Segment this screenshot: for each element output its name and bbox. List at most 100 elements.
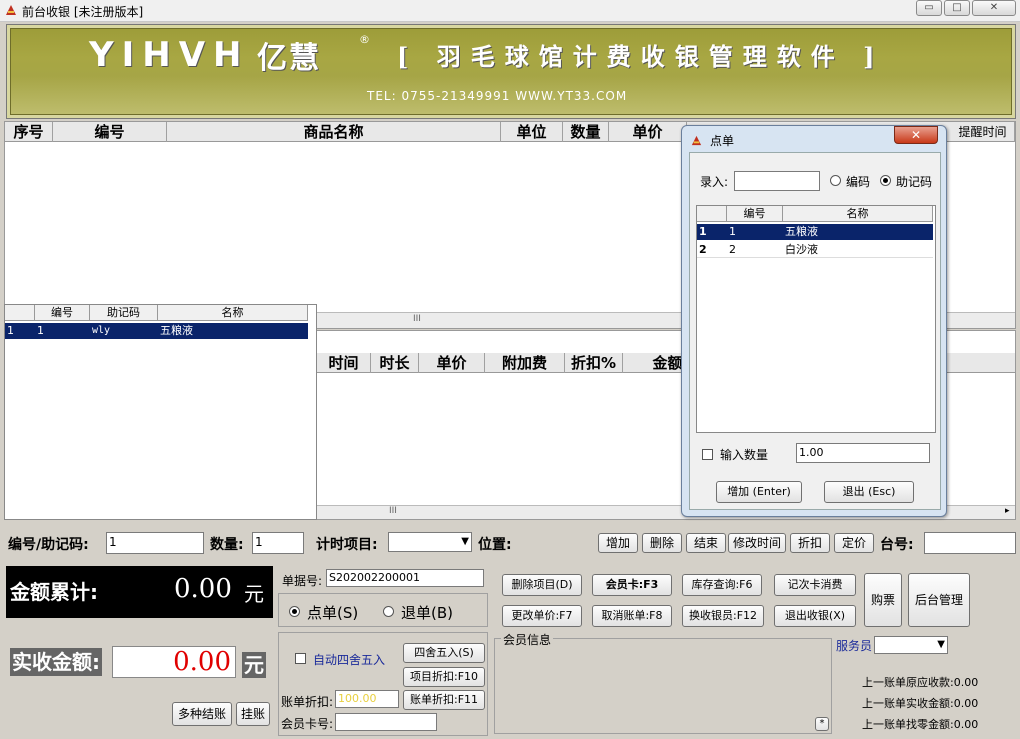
col-header-product-name[interactable]: 商品名称 [167,122,501,142]
total-value: 0.00 [174,574,232,604]
col-header-code[interactable]: 编号 [727,206,783,222]
col-header-quantity[interactable]: 数量 [563,122,609,142]
col-header-discount[interactable]: 折扣% [565,353,623,373]
multi-pay-button[interactable]: 多种结账 [172,702,232,726]
add-button[interactable]: 增加 [598,533,638,553]
row-code: 1 [37,324,44,337]
col-header-code[interactable]: 编号 [53,122,167,142]
dialog-close-button[interactable]: ✕ [894,126,938,144]
input-quantity-label: 输入数量 [720,448,769,462]
banner-contact: TEL: 0755-21349991 WWW.YT33.COM [367,89,628,103]
exit-cashier-button[interactable]: 退出收银(X) [774,605,856,627]
radio-code[interactable] [830,175,841,186]
bill-no-field[interactable]: S202002200001 [326,569,484,587]
quantity-field[interactable]: 1 [252,532,304,554]
member-info-expand-button[interactable]: * [815,717,829,731]
row-code: 2 [729,243,736,256]
bill-no-label: 单据号: [282,574,323,588]
discount-button[interactable]: 折扣 [790,533,830,553]
radio-mnemonic[interactable] [880,175,891,186]
registered-mark: ® [359,33,370,46]
cancel-bill-button[interactable]: 取消账单:F8 [592,605,672,627]
dialog-body: 录入: 编码 助记码 编号 名称 1 1 五粮液 2 2 白沙液 输入数量 1.… [689,152,941,510]
col-header-surcharge[interactable]: 附加费 [485,353,565,373]
total-unit: 元 [244,582,264,606]
hang-account-button[interactable]: 挂账 [236,702,270,726]
buy-ticket-button[interactable]: 购票 [864,573,902,627]
col-header-name[interactable]: 名称 [783,206,933,222]
dialog-item-grid[interactable]: 编号 名称 1 1 五粮液 2 2 白沙液 [696,205,936,433]
bill-discount-field[interactable]: 100.00 [335,690,399,708]
last-receivable: 上一账单原应收款:0.00 [862,676,979,689]
col-header-unit[interactable]: 单位 [501,122,563,142]
close-window-button[interactable]: ✕ [972,0,1016,16]
pricing-button[interactable]: 定价 [834,533,874,553]
radio-order-label: 点单(S) [307,604,359,622]
col-header-name[interactable]: 名称 [158,305,308,321]
col-header-row [5,305,35,321]
window-titlebar: 前台收银 [未注册版本] ▭ □ ✕ [0,0,1020,22]
timing-item-label: 计时项目: [316,537,378,553]
row-index: 2 [699,243,707,256]
close-icon: ✕ [989,2,999,13]
scroll-right-icon[interactable]: ▸ [1005,506,1010,516]
table-row[interactable]: 1 1 五粮液 [697,224,933,240]
dialog-add-button[interactable]: 增加 (Enter) [716,481,802,503]
row-index: 1 [699,225,707,238]
lookup-grid[interactable]: 编号 助记码 名称 1 1 wly 五粮液 [4,304,317,520]
table-row[interactable]: 2 2 白沙液 [697,242,933,258]
radio-code-label: 编码 [846,175,871,189]
lookup-input[interactable] [734,171,820,191]
item-discount-button[interactable]: 项目折扣:F10 [403,667,485,687]
col-header-time[interactable]: 时间 [317,353,371,373]
round-button[interactable]: 四舍五入(S) [403,643,485,663]
minimize-button[interactable]: ▭ [916,0,942,16]
dialog-exit-button[interactable]: 退出 (Esc) [824,481,914,503]
total-label: 金额累计: [10,580,98,604]
table-no-input[interactable] [924,532,1016,554]
col-header-index[interactable]: 序号 [5,122,53,142]
end-button[interactable]: 结束 [686,533,726,553]
radio-order[interactable] [289,606,300,617]
row-name: 白沙液 [785,243,818,256]
order-mode-group: 点单(S) 退单(B) [278,593,488,627]
member-card-button[interactable]: 会员卡:F3 [592,574,672,596]
dialog-grid-header: 编号 名称 [697,206,933,222]
maximize-icon: □ [952,2,962,13]
input-quantity-checkbox[interactable] [702,449,713,460]
member-card-field[interactable] [335,713,437,731]
row-name: 五粮液 [785,225,818,238]
scroll-grip: III [389,506,397,516]
col-header-duration[interactable]: 时长 [371,353,419,373]
quantity-input[interactable]: 1.00 [796,443,930,463]
auto-round-checkbox[interactable] [295,653,306,664]
modify-time-button[interactable]: 修改时间 [728,533,786,553]
service-select[interactable]: ▼ [874,636,948,654]
switch-cashier-button[interactable]: 换收银员:F12 [682,605,764,627]
col-header-remind-time[interactable]: 提醒时间 [951,122,1015,142]
bill-discount-label: 账单折扣: [281,695,334,709]
delete-item-button[interactable]: 删除项目(D) [502,574,582,596]
bill-discount-button[interactable]: 账单折扣:F11 [403,690,485,710]
col-header-price[interactable]: 单价 [609,122,687,142]
timing-item-select[interactable]: ▼ [388,532,472,552]
col-header-code[interactable]: 编号 [35,305,90,321]
close-icon: ✕ [910,128,922,142]
chevron-down-icon: ▼ [937,639,945,650]
radio-return[interactable] [383,606,394,617]
col-header-unit-price[interactable]: 单价 [419,353,485,373]
input-label: 录入: [700,175,729,189]
delete-button[interactable]: 删除 [642,533,682,553]
backend-button[interactable]: 后台管理 [908,573,970,627]
stock-query-button[interactable]: 库存查询:F6 [682,574,762,596]
member-info-label: 会员信息 [501,631,554,648]
app-icon [6,5,16,15]
change-price-button[interactable]: 更改单价:F7 [502,605,582,627]
code-input[interactable]: 1 [106,532,204,554]
count-card-button[interactable]: 记次卡消费 [774,574,856,596]
maximize-button[interactable]: □ [944,0,970,16]
member-info-group: 会员信息 * [494,631,832,734]
paid-amount-field[interactable]: 0.00 [112,646,236,678]
col-header-mnemonic[interactable]: 助记码 [90,305,158,321]
table-row[interactable]: 1 1 wly 五粮液 [5,323,308,339]
